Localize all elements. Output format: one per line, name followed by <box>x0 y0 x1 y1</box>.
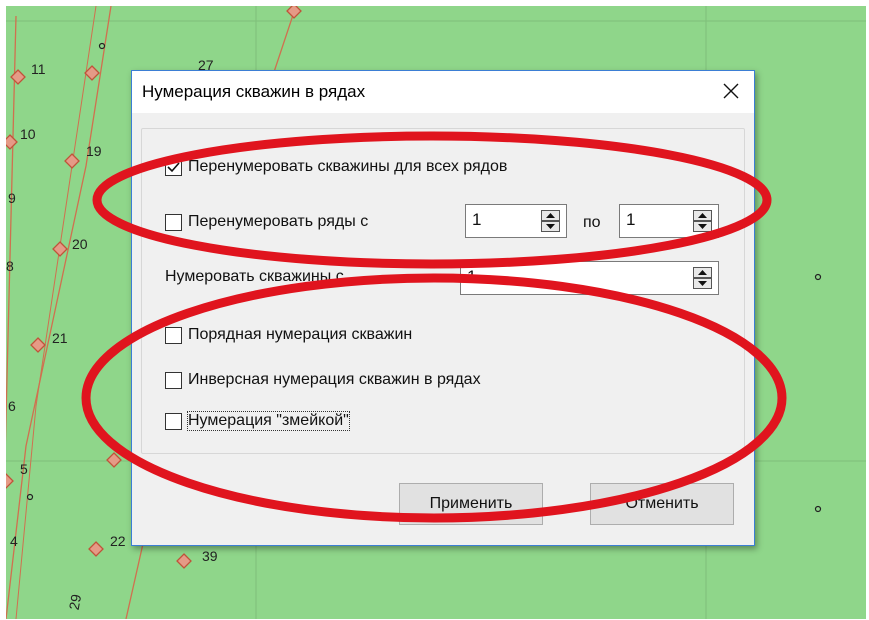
spinner-arrows-icon[interactable] <box>693 267 712 289</box>
start-number-spinner[interactable]: 1 <box>460 261 719 295</box>
well-marker <box>64 153 80 169</box>
map-label: 9 <box>8 190 16 206</box>
map-label: 4 <box>10 533 18 549</box>
checkmark-icon <box>167 161 180 172</box>
rows-from-spinner[interactable]: 1 <box>465 204 567 238</box>
map-label: 19 <box>86 143 102 159</box>
well-marker <box>106 452 122 468</box>
well-marker <box>52 241 68 257</box>
snake-label: Нумерация "змейкой" <box>187 411 350 431</box>
map-label: 10 <box>20 126 36 142</box>
map-label: 29 <box>66 593 84 611</box>
inverse-checkbox[interactable] <box>165 371 182 389</box>
close-icon <box>723 83 739 99</box>
well-marker <box>6 473 14 489</box>
dialog-titlebar[interactable]: Нумерация скважин в рядах <box>132 71 754 113</box>
well-marker <box>286 6 302 19</box>
map-label: 6 <box>8 398 16 414</box>
renumber-rows-option[interactable]: Перенумеровать ряды с <box>165 213 368 231</box>
start-number-value: 1 <box>467 267 477 286</box>
map-label: 20 <box>72 236 88 252</box>
map-label: 39 <box>202 548 218 564</box>
inverse-option[interactable]: Инверсная нумерация скважин в рядах <box>165 371 481 389</box>
close-button[interactable] <box>708 71 754 111</box>
start-number-label: Нумеровать скважины с <box>165 268 344 285</box>
map-label: 21 <box>52 330 68 346</box>
rows-from-value: 1 <box>472 210 482 229</box>
well-marker <box>30 337 46 353</box>
cancel-button[interactable]: Отменить <box>590 483 734 525</box>
map-label: 5 <box>20 461 28 477</box>
well-marker <box>6 134 18 150</box>
sequential-option[interactable]: Порядная нумерация скважин <box>165 326 412 344</box>
renumber-all-option[interactable]: Перенумеровать скважины для всех рядов <box>165 158 507 176</box>
renumber-all-checkbox[interactable] <box>165 158 182 176</box>
dialog-title: Нумерация скважин в рядах <box>142 82 366 101</box>
spinner-arrows-icon[interactable] <box>693 210 712 232</box>
renumber-rows-checkbox[interactable] <box>165 213 182 231</box>
snake-option[interactable]: Нумерация "змейкой" <box>165 411 350 431</box>
renumber-all-label: Перенумеровать скважины для всех рядов <box>188 158 508 175</box>
map-label: 8 <box>6 258 14 274</box>
well-numbering-dialog: Нумерация скважин в рядах Перенумеровать… <box>131 70 755 546</box>
apply-button[interactable]: Применить <box>399 483 543 525</box>
well-marker <box>88 541 104 557</box>
well-marker <box>176 553 192 569</box>
spinner-arrows-icon[interactable] <box>541 210 560 232</box>
sequential-checkbox[interactable] <box>165 326 182 344</box>
map-label: 22 <box>110 533 126 549</box>
inverse-label: Инверсная нумерация скважин в рядах <box>188 371 481 388</box>
rows-to-spinner[interactable]: 1 <box>619 204 719 238</box>
snake-checkbox[interactable] <box>165 412 182 430</box>
sequential-label: Порядная нумерация скважин <box>188 326 413 343</box>
renumber-rows-label: Перенумеровать ряды с <box>188 213 369 230</box>
map-label: 11 <box>31 61 46 77</box>
well-marker <box>10 69 26 85</box>
rows-to-label: по <box>583 214 601 231</box>
rows-to-value: 1 <box>626 210 636 229</box>
